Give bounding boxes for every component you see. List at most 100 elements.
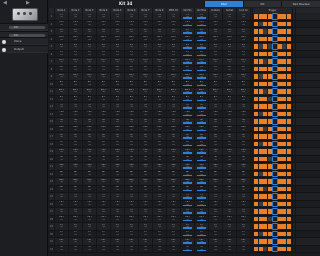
param-cell[interactable]: D#-1Off	[111, 35, 125, 42]
param-cell[interactable]: D-1Off	[139, 28, 153, 35]
param-cell[interactable]: D#-1Off	[195, 35, 209, 42]
trigger-cell[interactable]	[271, 185, 278, 192]
trigger-cell[interactable]	[282, 74, 287, 79]
trigger-cell[interactable]	[263, 246, 268, 251]
trigger-cell[interactable]	[268, 36, 273, 41]
param-cell[interactable]: G#-1Off	[195, 73, 209, 80]
trigger-cell[interactable]	[268, 14, 273, 19]
trigger-cell[interactable]	[277, 239, 282, 244]
param-cell[interactable]: B-1Off	[153, 95, 167, 102]
trigger-cell[interactable]	[287, 96, 292, 101]
trigger-cell[interactable]	[277, 36, 282, 41]
param-cell[interactable]: C#0Off	[125, 110, 139, 117]
table-row[interactable]: 5 E-1 Off E-1 Off E-1 Off E-1 Off E-1 Off E-1 Off E-1…	[49, 43, 320, 51]
param-cell[interactable]: G#0Off	[83, 163, 97, 170]
param-cell[interactable]: C1Off	[237, 193, 251, 200]
trigger-cell[interactable]	[268, 194, 273, 199]
param-cell[interactable]: C0Off	[153, 103, 167, 110]
param-cell[interactable]: C#0Off	[195, 110, 209, 117]
param-cell[interactable]: E-1Off	[153, 43, 167, 50]
param-cell[interactable]: D0Off	[139, 118, 153, 125]
trigger-cell[interactable]	[258, 149, 263, 154]
param-cell[interactable]: A#0Off	[83, 178, 97, 185]
trigger-cell[interactable]	[271, 155, 278, 162]
param-cell[interactable]: D0Off	[209, 118, 223, 125]
trigger-cell[interactable]	[287, 21, 292, 26]
param-cell[interactable]: E-1Off	[209, 43, 223, 50]
param-cell[interactable]: A0Off	[139, 170, 153, 177]
param-cell[interactable]: D-1Off	[153, 28, 167, 35]
tab-pad[interactable]: Pad	[204, 1, 243, 7]
param-cell[interactable]: D#1Off	[237, 215, 251, 222]
param-cell[interactable]: F#0Off	[83, 148, 97, 155]
param-cell[interactable]: F#-1Off	[83, 58, 97, 65]
param-cell[interactable]: A-1Off	[83, 80, 97, 87]
param-cell[interactable]: D0Off	[69, 118, 83, 125]
trigger-cell[interactable]	[263, 134, 268, 139]
param-cell[interactable]: C1Off	[125, 193, 139, 200]
param-cell[interactable]: D#1Off	[167, 215, 181, 222]
trigger-cell[interactable]	[263, 126, 268, 131]
param-cell[interactable]: A#-1Off	[181, 88, 195, 95]
trigger-cell[interactable]	[263, 51, 268, 56]
trigger-cell[interactable]	[263, 201, 268, 206]
param-cell[interactable]: B0Off	[209, 185, 223, 192]
param-cell[interactable]: D#-1Off	[209, 35, 223, 42]
device-thumbnail[interactable]	[12, 8, 38, 21]
param-cell[interactable]: D-1Off	[125, 28, 139, 35]
trigger-cell[interactable]	[268, 111, 273, 116]
param-cell[interactable]: F-1Off	[195, 50, 209, 57]
param-cell[interactable]: F#-1Off	[139, 58, 153, 65]
trigger-cell[interactable]	[271, 215, 278, 222]
param-cell[interactable]: D#0Off	[223, 125, 237, 132]
param-cell[interactable]: F0Off	[139, 140, 153, 147]
param-cell[interactable]: D#0Off	[97, 125, 111, 132]
param-cell[interactable]: F#0Off	[153, 148, 167, 155]
param-cell[interactable]: D1Off	[181, 208, 195, 215]
trigger-cell[interactable]	[277, 111, 282, 116]
param-cell[interactable]: C#-1Off	[139, 20, 153, 27]
param-cell[interactable]: G-1Off	[83, 65, 97, 72]
table-row[interactable]: 13 C0 Off C0 Off C0 Off C0 Off C0 Off C0 Off C0 Off C0 O…	[49, 103, 320, 111]
param-cell[interactable]: G-1Off	[111, 65, 125, 72]
param-cell[interactable]: C-1Off	[209, 13, 223, 20]
param-cell[interactable]: F#1Off	[167, 238, 181, 245]
table-row[interactable]: 16 D#0 Off D#0 Off D#0 Off D#0 Off D#0 Off D#0 Off D#…	[49, 125, 320, 133]
param-cell[interactable]: G0Off	[125, 155, 139, 162]
param-cell[interactable]: F#0Off	[237, 148, 251, 155]
trigger-cell[interactable]	[253, 224, 258, 229]
table-row[interactable]: 15 D0 Off D0 Off D0 Off D0 Off D0 Off D0 Off D0 Off D0 O…	[49, 118, 320, 126]
param-cell[interactable]: A-1Off	[195, 80, 209, 87]
trigger-cell[interactable]	[253, 194, 258, 199]
trigger-cell[interactable]	[263, 89, 268, 94]
param-cell[interactable]: D1Off	[111, 208, 125, 215]
param-cell[interactable]: C#1Off	[209, 200, 223, 207]
table-row[interactable]: 19 F#0 Off F#0 Off F#0 Off F#0 Off F#0 Off F#0 Off F#…	[49, 148, 320, 156]
param-cell[interactable]: C0Off	[237, 103, 251, 110]
trigger-cell[interactable]	[277, 209, 282, 214]
trigger-cell[interactable]	[271, 88, 278, 95]
param-cell[interactable]: C0Off	[139, 103, 153, 110]
param-cell[interactable]: F0Off	[153, 140, 167, 147]
trigger-cell[interactable]	[258, 111, 263, 116]
param-cell[interactable]: D0Off	[83, 118, 97, 125]
trigger-cell[interactable]	[287, 119, 292, 124]
trigger-cell[interactable]	[282, 231, 287, 236]
param-cell[interactable]: G-1Off	[195, 65, 209, 72]
param-cell[interactable]: B0Off	[97, 185, 111, 192]
param-cell[interactable]: G-1Off	[97, 65, 111, 72]
trigger-cell[interactable]	[258, 209, 263, 214]
trigger-cell[interactable]	[287, 59, 292, 64]
trigger-cell[interactable]	[287, 29, 292, 34]
param-cell[interactable]: A#-1Off	[167, 88, 181, 95]
param-cell[interactable]: F#1Off	[125, 238, 139, 245]
param-cell[interactable]: D-1Off	[181, 28, 195, 35]
param-cell[interactable]: D#-1Off	[139, 35, 153, 42]
param-cell[interactable]: G-1Off	[167, 65, 181, 72]
param-cell[interactable]: C#1Off	[55, 200, 69, 207]
trigger-cell[interactable]	[277, 141, 282, 146]
param-cell[interactable]: F#1Off	[195, 238, 209, 245]
param-cell[interactable]: F0Off	[223, 140, 237, 147]
param-cell[interactable]: C#0Off	[181, 110, 195, 117]
param-cell[interactable]: F1Off	[181, 230, 195, 237]
